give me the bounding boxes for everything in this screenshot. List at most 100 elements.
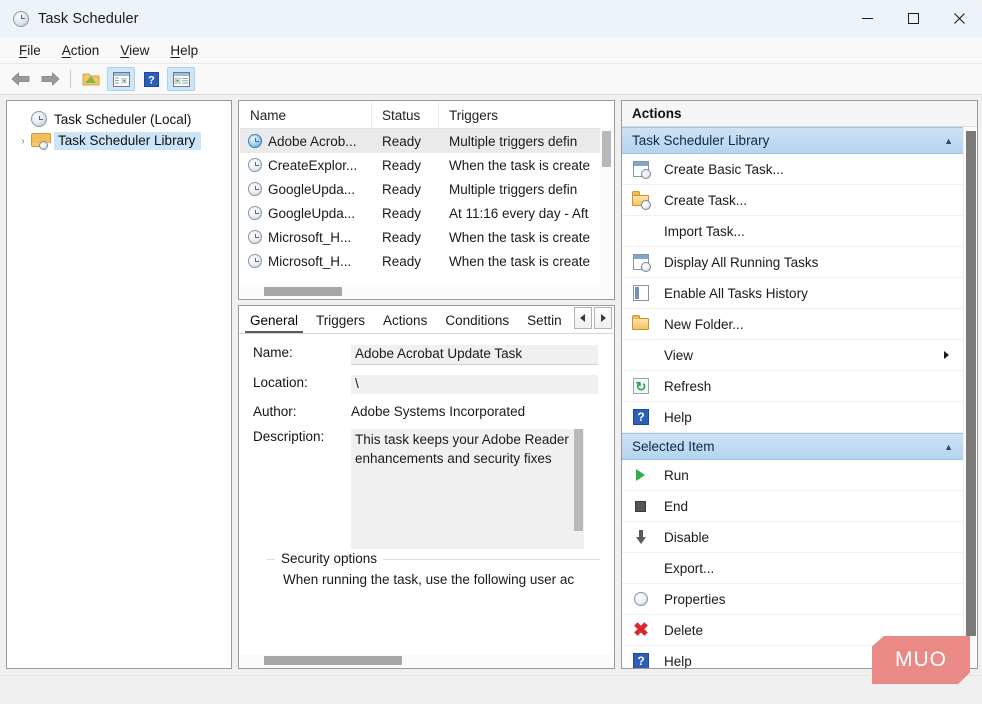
- folder-up-icon: [82, 71, 100, 87]
- show-hide-console-tree-button[interactable]: [107, 67, 135, 91]
- action-item-label: Help: [664, 654, 692, 669]
- console-tree-pane: Task Scheduler (Local) › Task Scheduler …: [6, 100, 232, 669]
- maximize-button[interactable]: [890, 0, 936, 37]
- task-name-cell: Microsoft_H...: [240, 230, 372, 245]
- column-header-status[interactable]: Status: [372, 102, 439, 128]
- back-button[interactable]: [6, 67, 34, 91]
- close-button[interactable]: [936, 0, 982, 37]
- action-item-new-folder[interactable]: New Folder...: [622, 309, 963, 340]
- help-button[interactable]: ?: [137, 67, 165, 91]
- action-item-import-task[interactable]: Import Task...: [622, 216, 963, 247]
- action-item-run[interactable]: Run: [622, 460, 963, 491]
- scrollbar-thumb[interactable]: [966, 131, 976, 636]
- task-triggers-cell: When the task is create: [439, 254, 613, 269]
- tree-child-label: Task Scheduler Library: [54, 132, 201, 150]
- left-arrow-icon: [11, 72, 30, 86]
- column-header-triggers[interactable]: Triggers: [439, 102, 613, 128]
- tab-scroll-left-button[interactable]: [574, 307, 592, 329]
- forward-button[interactable]: [36, 67, 64, 91]
- task-list: Name Status Triggers Adobe Acrob...Ready…: [238, 100, 615, 300]
- general-tab-content: Name: Adobe Acrobat Update Task Location…: [239, 333, 614, 653]
- create-basic-task-icon: [632, 160, 650, 178]
- menu-file[interactable]: File: [10, 40, 51, 61]
- description-line-2: enhancements and security fixes: [355, 449, 580, 468]
- watermark-label: MUO: [895, 648, 947, 672]
- table-row[interactable]: Microsoft_H...ReadyWhen the task is crea…: [240, 249, 613, 273]
- muo-watermark: MUO: [872, 636, 970, 684]
- task-list-horizontal-scrollbar[interactable]: [240, 285, 613, 298]
- scrollbar-thumb[interactable]: [602, 131, 611, 167]
- tree-item-task-scheduler-library[interactable]: › Task Scheduler Library: [7, 130, 231, 152]
- field-description-row: Description: This task keeps your Adobe …: [253, 429, 614, 549]
- task-name-label: Adobe Acrob...: [268, 134, 357, 149]
- table-row[interactable]: CreateExplor...ReadyWhen the task is cre…: [240, 153, 613, 177]
- field-location-row: Location: \: [253, 375, 614, 394]
- toolbar: ?: [0, 64, 982, 95]
- action-item-end[interactable]: End: [622, 491, 963, 522]
- action-item-help[interactable]: ?Help: [622, 402, 963, 433]
- clock-icon: [248, 230, 262, 244]
- scrollbar-thumb[interactable]: [264, 656, 402, 665]
- task-list-vertical-scrollbar[interactable]: [600, 128, 613, 298]
- action-item-properties[interactable]: Properties: [622, 584, 963, 615]
- svg-text:?: ?: [148, 74, 155, 86]
- table-row[interactable]: GoogleUpda...ReadyMultiple triggers defi…: [240, 177, 613, 201]
- tab-triggers[interactable]: Triggers: [307, 309, 374, 333]
- tab-general[interactable]: General: [241, 309, 307, 333]
- right-arrow-icon: [41, 72, 60, 86]
- action-item-disable[interactable]: Disable: [622, 522, 963, 553]
- action-item-export[interactable]: Export...: [622, 553, 963, 584]
- folder-clock-icon: [31, 133, 47, 149]
- table-row[interactable]: GoogleUpda...ReadyAt 11:16 every day - A…: [240, 201, 613, 225]
- task-status-cell: Ready: [372, 182, 439, 197]
- actions-pane-scrollbar[interactable]: [963, 127, 977, 668]
- chevron-up-icon[interactable]: ▲: [944, 442, 953, 452]
- display-running-tasks-icon: [632, 253, 650, 271]
- table-row[interactable]: Adobe Acrob...ReadyMultiple triggers def…: [240, 129, 613, 153]
- show-hide-action-pane-button[interactable]: [167, 67, 195, 91]
- table-row[interactable]: Microsoft_H...ReadyWhen the task is crea…: [240, 225, 613, 249]
- actions-group-header[interactable]: Selected Item▲: [622, 433, 963, 460]
- action-item-label: Import Task...: [664, 224, 745, 239]
- tasks-history-icon: [632, 284, 650, 302]
- chevron-right-icon[interactable]: ›: [15, 136, 31, 147]
- no-icon: [632, 346, 650, 364]
- run-icon: [632, 466, 650, 484]
- actions-group-header[interactable]: Task Scheduler Library ▲: [622, 127, 963, 154]
- tab-scroll-right-button[interactable]: [594, 307, 612, 329]
- up-one-level-button[interactable]: [77, 67, 105, 91]
- action-item-display-all-running-tasks[interactable]: Display All Running Tasks: [622, 247, 963, 278]
- field-value-description[interactable]: This task keeps your Adobe Reader a enha…: [351, 429, 584, 549]
- field-value-name[interactable]: Adobe Acrobat Update Task: [351, 345, 598, 365]
- minimize-button[interactable]: [844, 0, 890, 37]
- center-pane: Name Status Triggers Adobe Acrob...Ready…: [238, 100, 615, 669]
- tab-actions[interactable]: Actions: [374, 309, 436, 333]
- action-item-create-basic-task[interactable]: Create Basic Task...: [622, 154, 963, 185]
- chevron-up-icon[interactable]: ▲: [944, 136, 953, 146]
- menu-action[interactable]: Action: [53, 40, 110, 61]
- action-item-refresh[interactable]: ↻Refresh: [622, 371, 963, 402]
- action-item-create-task[interactable]: Create Task...: [622, 185, 963, 216]
- tab-conditions[interactable]: Conditions: [436, 309, 518, 333]
- security-options-title: Security options: [275, 551, 383, 566]
- task-name-cell: GoogleUpda...: [240, 182, 372, 197]
- refresh-icon: ↻: [632, 377, 650, 395]
- description-scrollbar[interactable]: [573, 429, 584, 549]
- action-item-view[interactable]: View: [622, 340, 963, 371]
- scrollbar-thumb[interactable]: [264, 287, 342, 296]
- app-clock-icon: [13, 11, 29, 27]
- tab-settings[interactable]: Settin: [518, 309, 571, 333]
- menu-view[interactable]: View: [111, 40, 159, 61]
- detail-horizontal-scrollbar[interactable]: [240, 654, 613, 667]
- field-label-description: Description:: [253, 429, 351, 549]
- status-bar: [0, 675, 982, 704]
- task-list-header: Name Status Triggers: [240, 102, 613, 129]
- action-item-label: Export...: [664, 561, 714, 576]
- actions-group-label: Task Scheduler Library: [632, 133, 769, 148]
- scrollbar-thumb[interactable]: [574, 429, 583, 531]
- column-header-name[interactable]: Name: [240, 102, 372, 128]
- action-item-enable-all-tasks-history[interactable]: Enable All Tasks History: [622, 278, 963, 309]
- menu-help[interactable]: Help: [161, 40, 208, 61]
- tree-item-task-scheduler-local[interactable]: Task Scheduler (Local): [7, 108, 231, 130]
- no-icon: [632, 222, 650, 240]
